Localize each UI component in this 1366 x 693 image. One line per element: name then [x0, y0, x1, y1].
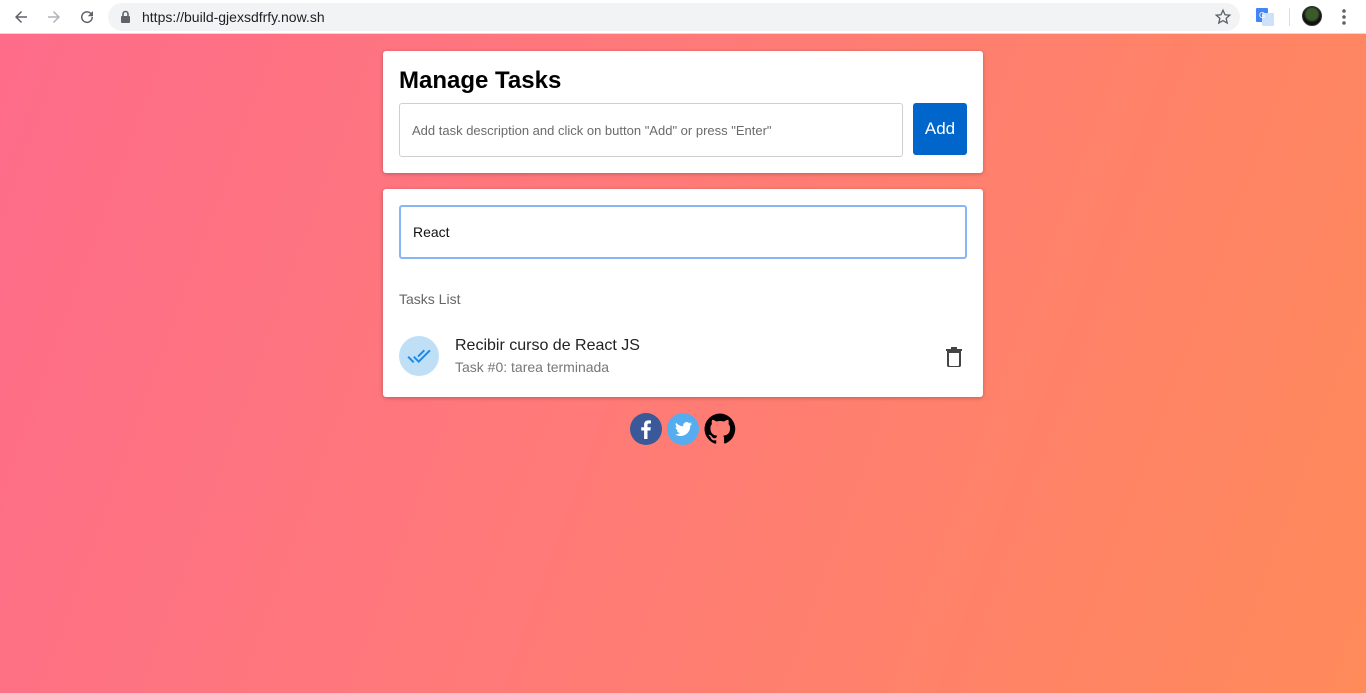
- trash-icon: [946, 347, 962, 367]
- tasks-list-card: Tasks List Recibir curso de React JS Tas…: [383, 189, 983, 397]
- done-all-icon: [407, 349, 431, 363]
- translate-extension-icon[interactable]: G: [1255, 7, 1275, 27]
- github-link[interactable]: [704, 413, 736, 445]
- delete-task-button[interactable]: [943, 345, 965, 369]
- address-bar[interactable]: https://build-gjexsdfrfy.now.sh: [108, 3, 1240, 31]
- task-title: Recibir curso de React JS: [455, 337, 640, 354]
- back-button[interactable]: [9, 5, 33, 29]
- bookmark-star-icon[interactable]: [1214, 8, 1232, 26]
- facebook-icon: [630, 413, 662, 445]
- url-text: https://build-gjexsdfrfy.now.sh: [142, 9, 325, 25]
- task-text: Recibir curso de React JS Task #0: tarea…: [455, 337, 640, 375]
- tasks-list-header: Tasks List: [399, 291, 461, 307]
- task-description-input[interactable]: [399, 103, 903, 157]
- twitter-link[interactable]: [667, 413, 699, 445]
- arrow-right-icon: [48, 11, 60, 23]
- page-background: Manage Tasks Add Tasks List Recibir curs…: [0, 34, 1366, 693]
- task-status-avatar: [399, 336, 439, 376]
- facebook-link[interactable]: [630, 413, 662, 445]
- social-links: [630, 413, 736, 445]
- twitter-icon: [667, 413, 699, 445]
- github-icon: [704, 413, 736, 444]
- manage-tasks-card: Manage Tasks Add: [383, 51, 983, 173]
- arrow-left-icon: [15, 11, 27, 23]
- lock-icon: [121, 10, 130, 23]
- list-item[interactable]: Recibir curso de React JS Task #0: tarea…: [383, 329, 983, 385]
- profile-avatar[interactable]: [1302, 6, 1322, 26]
- toolbar-divider: [1289, 8, 1290, 26]
- more-menu-icon[interactable]: [1337, 7, 1351, 27]
- page-title: Manage Tasks: [399, 67, 562, 94]
- browser-toolbar: https://build-gjexsdfrfy.now.sh G: [0, 0, 1366, 34]
- task-filter-input[interactable]: [399, 205, 967, 259]
- reload-icon: [81, 11, 94, 24]
- svg-text:G: G: [1259, 11, 1265, 20]
- add-task-button[interactable]: Add: [913, 103, 967, 155]
- forward-button[interactable]: [42, 5, 66, 29]
- reload-button[interactable]: [75, 5, 99, 29]
- task-subtitle: Task #0: tarea terminada: [455, 359, 610, 375]
